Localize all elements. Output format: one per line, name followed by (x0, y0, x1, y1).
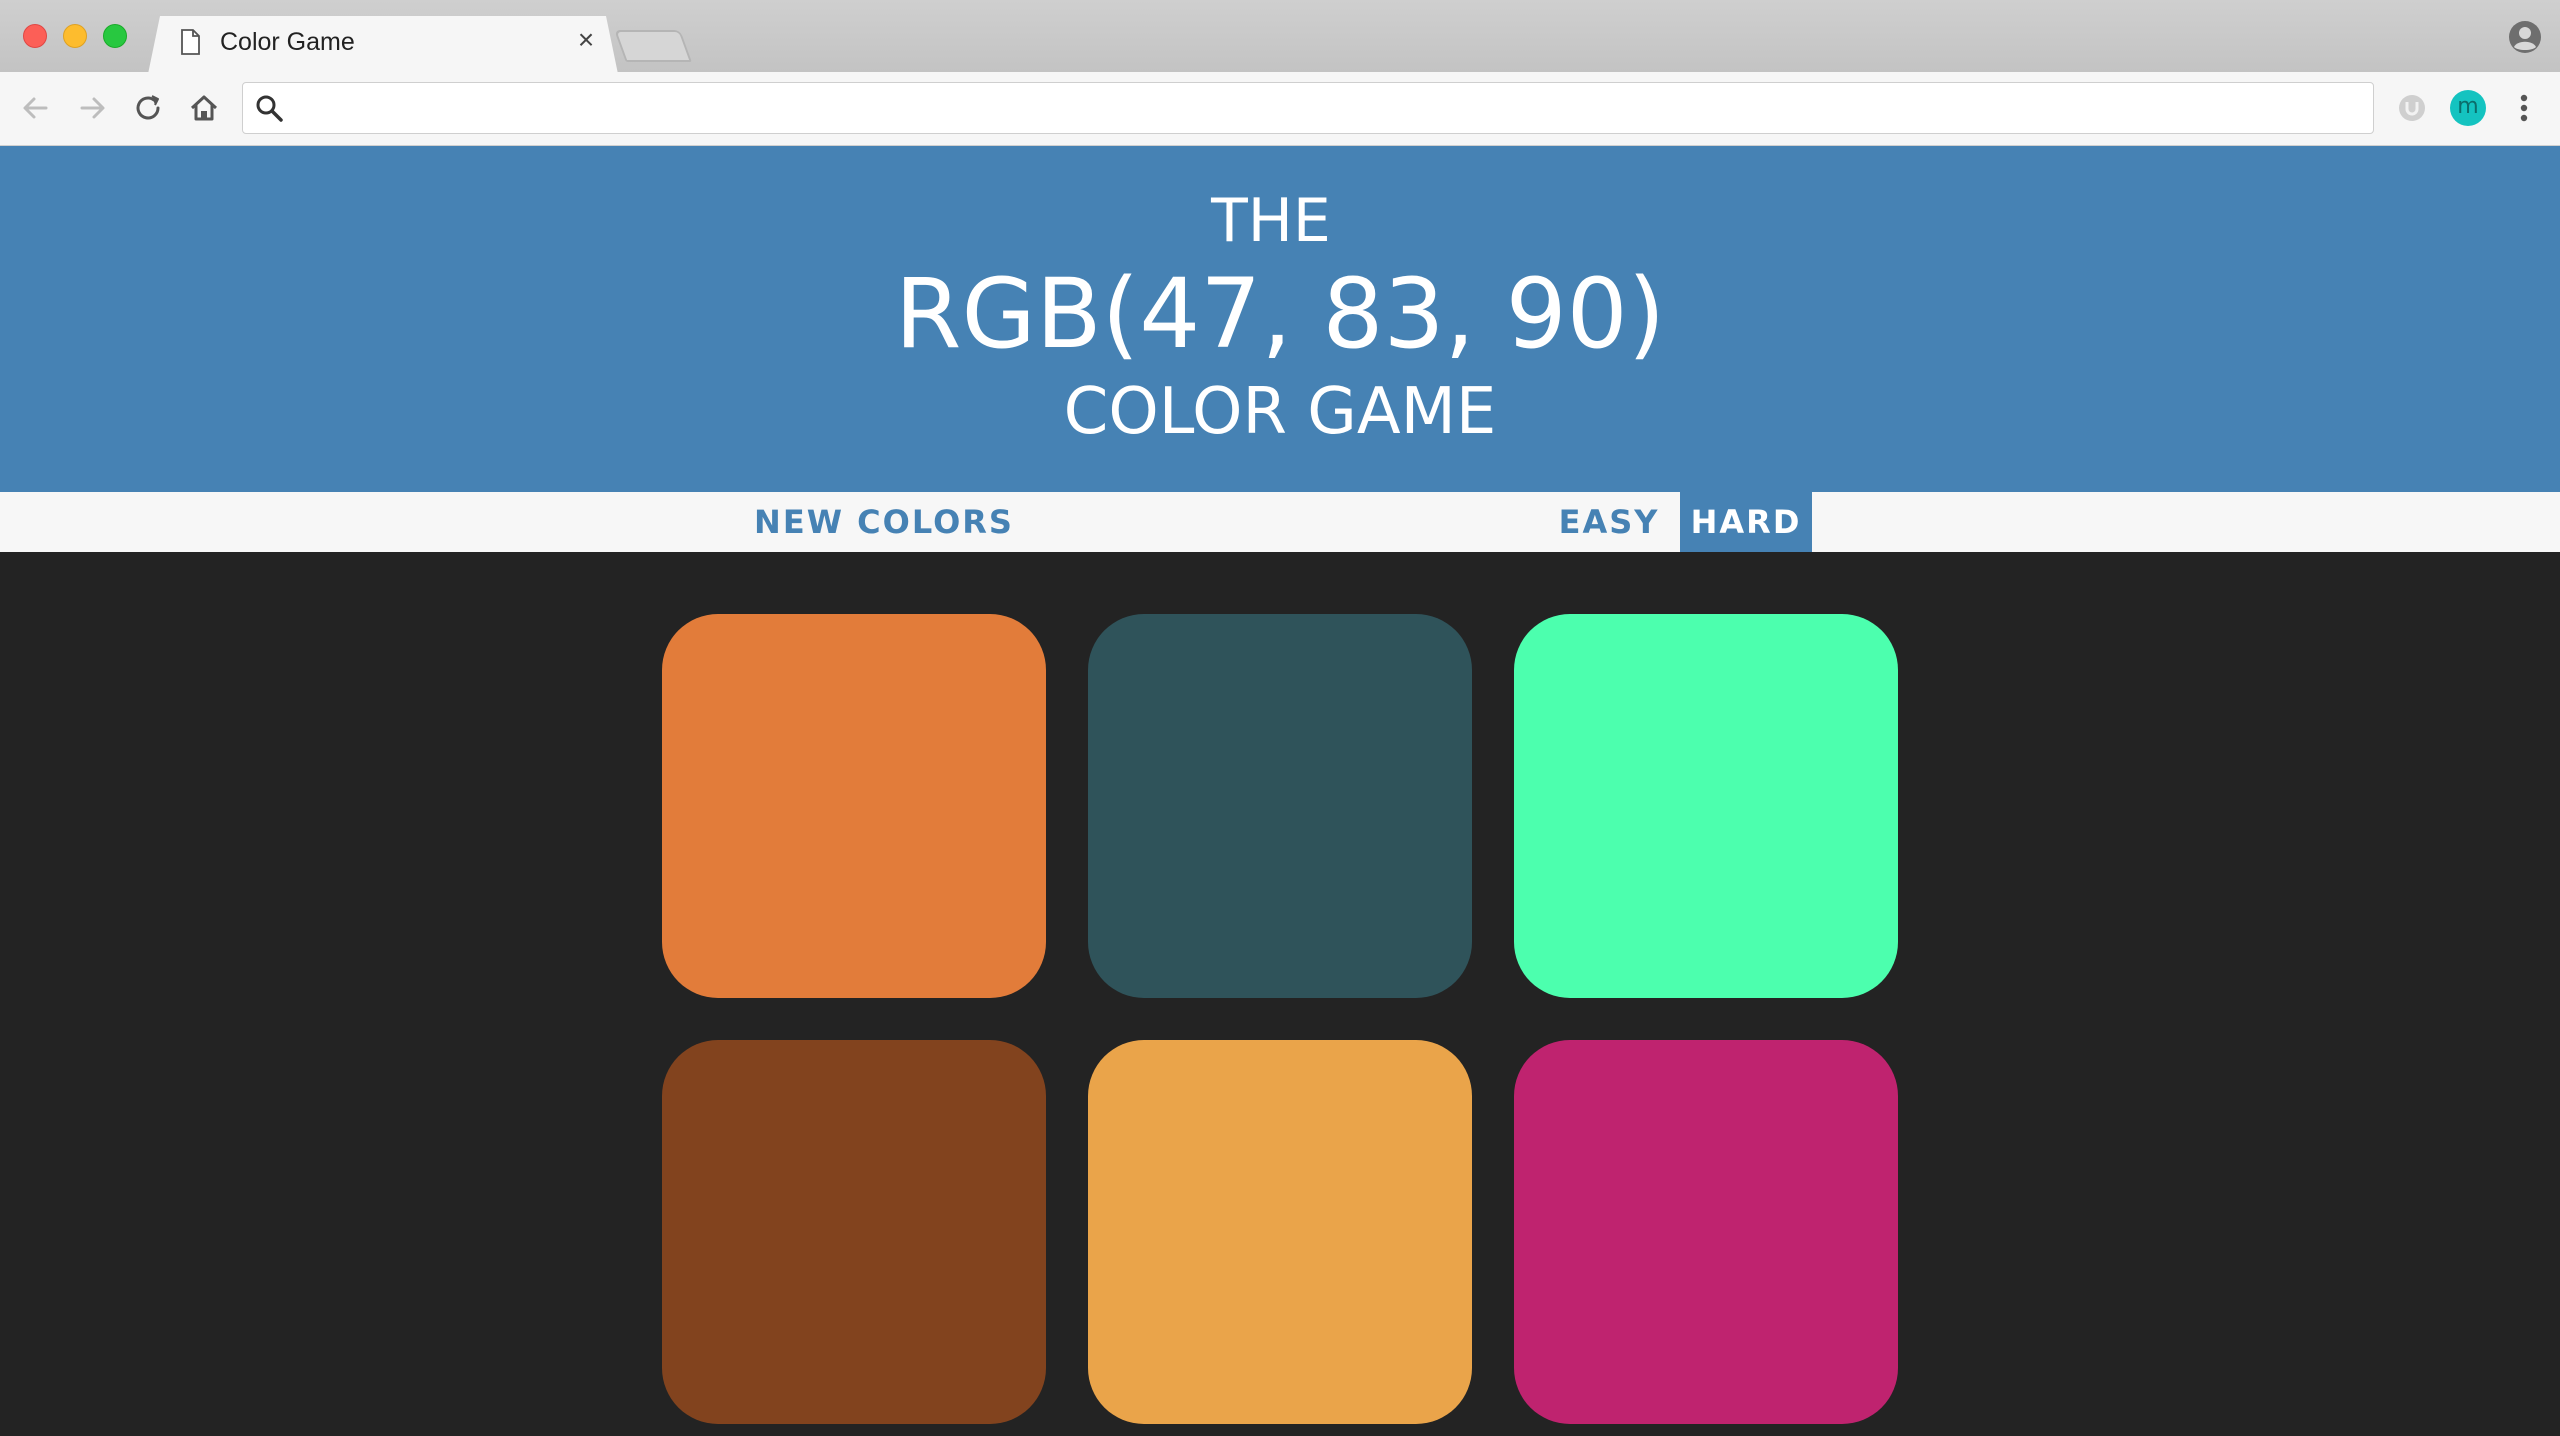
hard-mode-button[interactable]: HARD (1680, 492, 1812, 552)
color-square[interactable] (1088, 614, 1472, 998)
document-icon (181, 29, 200, 55)
forward-arrow-icon[interactable] (72, 88, 112, 128)
search-icon (256, 95, 283, 122)
close-window-button[interactable] (23, 24, 47, 48)
color-square[interactable] (662, 1040, 1046, 1424)
active-tab[interactable] (148, 16, 618, 74)
control-stripe: NEW COLORS EASY HARD (0, 492, 2560, 552)
account-avatar[interactable]: m (2450, 90, 2486, 126)
kebab-menu-icon[interactable] (2508, 90, 2540, 126)
header-the: THE (1211, 186, 1331, 256)
reload-icon[interactable] (128, 88, 168, 128)
new-tab-button[interactable] (614, 30, 692, 62)
easy-mode-button[interactable]: EASY (1548, 492, 1670, 552)
profile-icon[interactable] (2508, 20, 2542, 54)
maximize-window-button[interactable] (103, 24, 127, 48)
extension-icon[interactable] (2396, 92, 2428, 124)
page-content: THE RGB(47, 83, 90) COLOR GAME NEW COLOR… (0, 146, 2560, 1436)
color-square[interactable] (1088, 1040, 1472, 1424)
address-input[interactable] (296, 86, 2356, 130)
tab-close-icon[interactable]: × (572, 26, 600, 54)
header-color-game: COLOR GAME (1063, 375, 1497, 449)
new-colors-button[interactable]: NEW COLORS (742, 492, 1026, 552)
rgb-display: RGB(47, 83, 90) (894, 258, 1666, 370)
home-icon[interactable] (184, 88, 224, 128)
color-square[interactable] (1514, 614, 1898, 998)
color-square[interactable] (662, 614, 1046, 998)
game-header: THE RGB(47, 83, 90) COLOR GAME (0, 146, 2560, 492)
color-square[interactable] (1514, 1040, 1898, 1424)
minimize-window-button[interactable] (63, 24, 87, 48)
tab-title: Color Game (220, 28, 355, 56)
back-arrow-icon[interactable] (16, 88, 56, 128)
